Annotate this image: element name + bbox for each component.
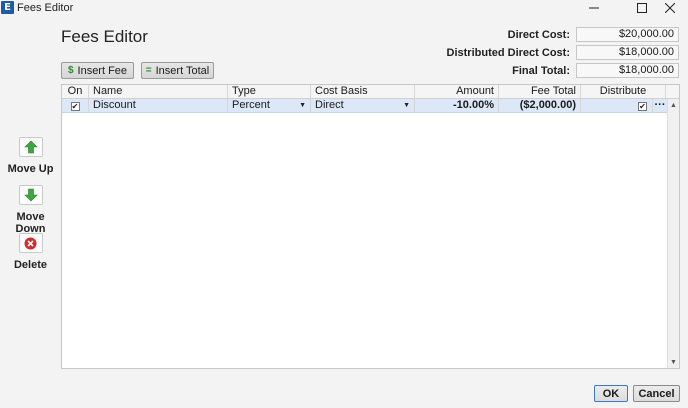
insert-total-label: Insert Total: [155, 64, 210, 77]
cost-basis-dropdown-arrow-icon[interactable]: ▼: [403, 99, 410, 112]
window-title: Fees Editor: [17, 2, 74, 14]
cost-basis-value: Direct: [315, 99, 344, 111]
cancel-button[interactable]: Cancel: [633, 385, 680, 402]
final-total-label: Final Total:: [512, 65, 570, 77]
arrow-down-icon: [23, 188, 38, 202]
dollar-icon: $: [67, 65, 74, 76]
minimize-icon: [589, 7, 599, 9]
distributed-direct-cost-label: Distributed Direct Cost:: [446, 47, 570, 59]
delete-button[interactable]: Delete: [0, 233, 61, 271]
direct-cost-label: Direct Cost:: [507, 29, 570, 41]
vertical-scrollbar[interactable]: ▲ ▼: [667, 99, 679, 368]
final-total-value: $18,000.00: [576, 63, 679, 78]
name-cell[interactable]: Discount: [89, 99, 228, 112]
cost-basis-cell[interactable]: Direct ▼: [311, 99, 415, 112]
maximize-icon: [637, 3, 647, 13]
ok-button[interactable]: OK: [594, 385, 628, 402]
insert-total-button[interactable]: = Insert Total: [141, 62, 214, 79]
column-header-type[interactable]: Type: [228, 85, 311, 98]
type-dropdown-arrow-icon[interactable]: ▼: [299, 99, 306, 112]
on-cell[interactable]: ✔: [62, 99, 89, 112]
type-value: Percent: [232, 99, 270, 111]
distributed-direct-cost-value: $18,000.00: [576, 45, 679, 60]
delete-icon-box: [18, 233, 43, 253]
fees-grid: On Name Type Cost Basis Amount Fee Total…: [61, 84, 680, 369]
insert-fee-button[interactable]: $ Insert Fee: [61, 62, 134, 79]
move-up-button[interactable]: Move Up: [0, 137, 61, 175]
equals-icon: =: [145, 65, 152, 76]
arrow-up-icon: [23, 140, 38, 154]
move-down-label: Move Down: [15, 211, 46, 235]
close-button[interactable]: [652, 0, 688, 16]
close-icon: [665, 3, 675, 13]
delete-x-icon: [24, 237, 37, 249]
distribute-checkbox[interactable]: ✔: [638, 102, 647, 111]
minimize-button[interactable]: [571, 0, 617, 16]
title-bar: E Fees Editor: [0, 0, 688, 16]
app-logo-icon: E: [1, 1, 14, 14]
column-header-amount[interactable]: Amount: [415, 85, 499, 98]
amount-cell[interactable]: -10.00%: [415, 99, 499, 112]
page-title: Fees Editor: [61, 27, 148, 46]
type-cell[interactable]: Percent ▼: [228, 99, 311, 112]
distribute-cell[interactable]: ✔: [581, 99, 653, 112]
table-row[interactable]: ✔ Discount Percent ▼ Direct ▼ -10.00% ($…: [62, 99, 667, 113]
scroll-up-arrow-icon[interactable]: ▲: [668, 99, 679, 111]
column-header-cost-basis[interactable]: Cost Basis: [311, 85, 415, 98]
on-checkbox[interactable]: ✔: [70, 102, 80, 111]
column-header-fee-total[interactable]: Fee Total: [499, 85, 581, 98]
insert-fee-label: Insert Fee: [77, 64, 128, 77]
delete-label: Delete: [13, 259, 48, 271]
grid-header: On Name Type Cost Basis Amount Fee Total…: [62, 85, 679, 99]
fee-total-cell: ($2,000.00): [499, 99, 581, 112]
move-down-button[interactable]: Move Down: [0, 185, 61, 235]
row-more-button[interactable]: ···: [653, 99, 667, 112]
direct-cost-value: $20,000.00: [576, 27, 679, 42]
column-header-on[interactable]: On: [62, 85, 89, 98]
move-down-icon-box: [18, 185, 43, 205]
move-up-label: Move Up: [7, 163, 54, 175]
column-header-distribute[interactable]: Distribute: [581, 85, 666, 98]
scroll-down-arrow-icon[interactable]: ▼: [668, 356, 679, 368]
column-header-name[interactable]: Name: [89, 85, 228, 98]
move-up-icon-box: [18, 137, 43, 157]
